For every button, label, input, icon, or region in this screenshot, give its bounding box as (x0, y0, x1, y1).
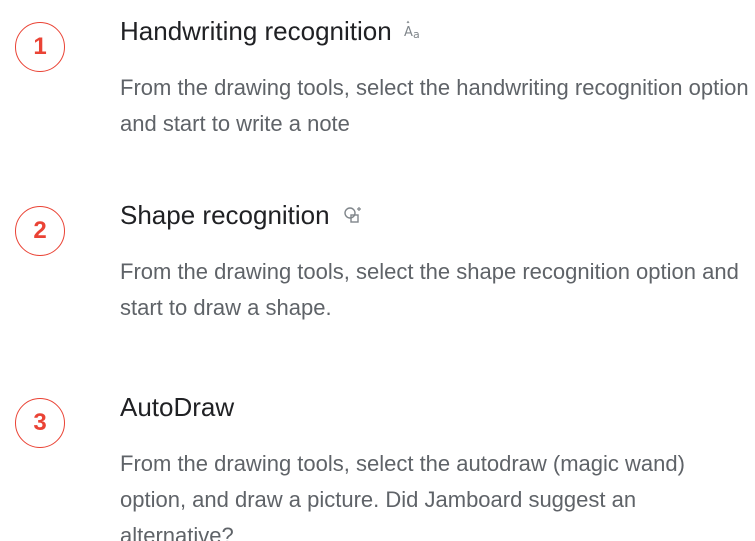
shape-recognition-icon (342, 204, 364, 226)
step-description: From the drawing tools, select the shape… (120, 259, 739, 320)
step-title: Shape recognition (120, 198, 364, 232)
svg-text:a: a (413, 28, 420, 41)
step-title: AutoDraw (120, 390, 234, 424)
step-title-text: Shape recognition (120, 200, 330, 230)
step-title-text: AutoDraw (120, 392, 235, 422)
step-number-badge: 3 (15, 398, 65, 448)
step-title: Handwriting recognition A a (120, 14, 426, 48)
step-number-badge: 2 (15, 206, 65, 256)
step-title-text: Handwriting recognition (120, 16, 392, 46)
step-description: From the drawing tools, select the handw… (120, 75, 749, 136)
step-number-badge: 1 (15, 22, 65, 72)
step-description: From the drawing tools, select the autod… (120, 451, 685, 541)
svg-text:A: A (404, 25, 413, 40)
handwriting-recognition-icon: A a (404, 20, 426, 42)
